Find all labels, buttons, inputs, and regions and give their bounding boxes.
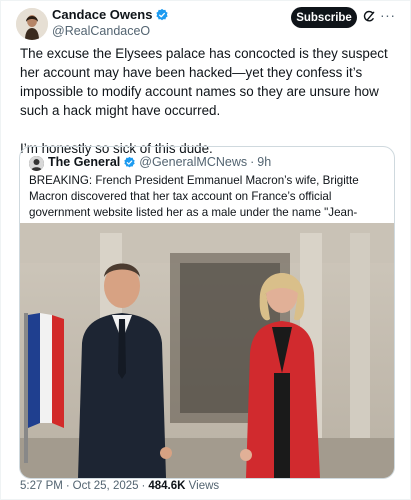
author-name[interactable]: Candace Owens bbox=[52, 7, 152, 22]
more-options-icon[interactable]: ··· bbox=[380, 7, 396, 23]
tweet-time[interactable]: 5:27 PM bbox=[20, 480, 63, 492]
quoted-timestamp[interactable]: 9h bbox=[257, 155, 271, 169]
verified-badge-icon bbox=[124, 156, 135, 167]
separator-dot: · bbox=[141, 480, 146, 492]
quoted-photo[interactable] bbox=[20, 223, 394, 478]
tweet-date[interactable]: Oct 25, 2025 bbox=[73, 480, 139, 492]
tweet-text: The excuse the Elysees palace has concoc… bbox=[20, 44, 396, 158]
grok-icon[interactable] bbox=[362, 10, 376, 24]
author-avatar[interactable] bbox=[16, 8, 48, 40]
quoted-tweet[interactable]: The General @GeneralMCNews · 9h BREAKING… bbox=[19, 146, 395, 479]
separator-dot: · bbox=[250, 155, 255, 169]
quoted-author-handle[interactable]: @GeneralMCNews bbox=[139, 155, 247, 169]
tweet-paragraph: The excuse the Elysees palace has concoc… bbox=[20, 46, 388, 118]
quoted-author-name[interactable]: The General bbox=[48, 155, 120, 169]
views-count[interactable]: 484.6K bbox=[148, 480, 185, 492]
quoted-author-avatar[interactable] bbox=[29, 156, 44, 171]
verified-badge-icon bbox=[156, 8, 169, 20]
subscribe-button[interactable]: Subscribe bbox=[291, 7, 357, 28]
views-label: Views bbox=[188, 480, 220, 492]
separator-dot: · bbox=[65, 480, 70, 492]
author-handle[interactable]: @RealCandaceO bbox=[52, 24, 150, 38]
tweet-metadata: 5:27 PM · Oct 25, 2025 · 484.6K Views bbox=[20, 480, 219, 492]
